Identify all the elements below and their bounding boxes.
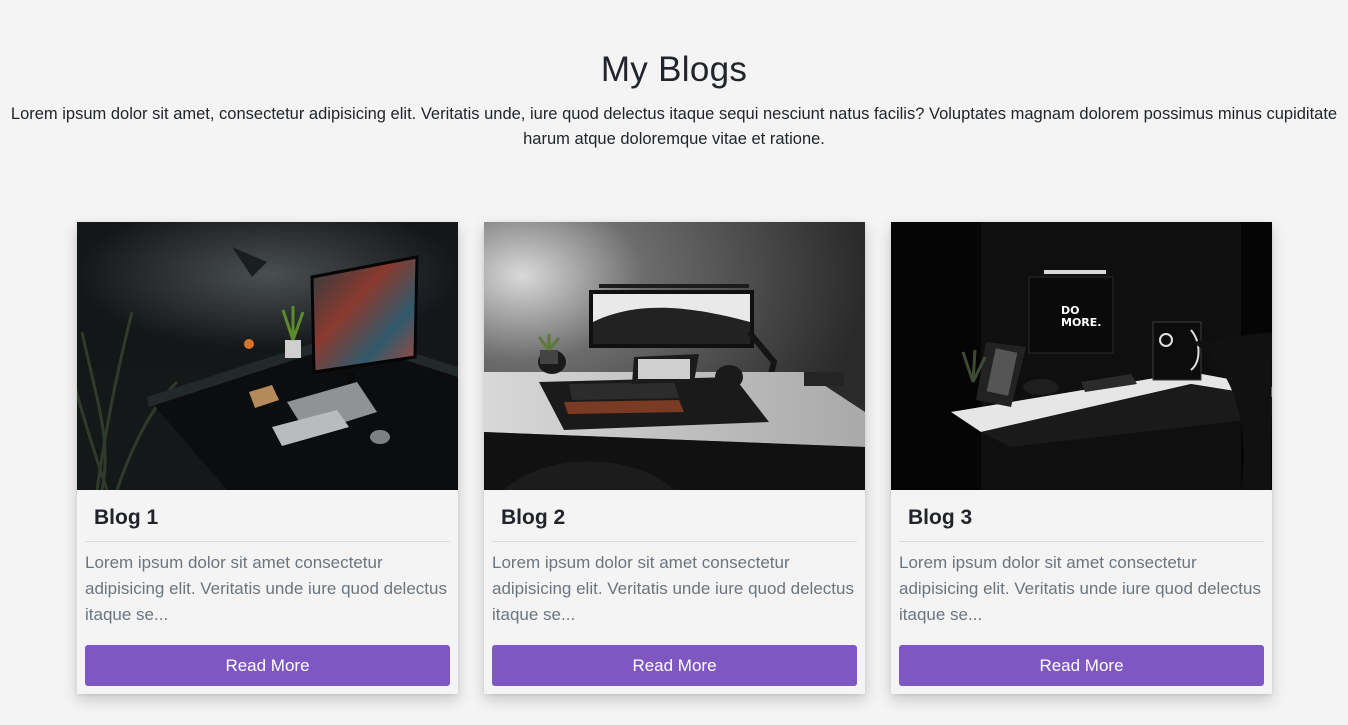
blog-excerpt: Lorem ipsum dolor sit amet consectetur a… [492, 553, 854, 624]
blog-card: Blog 2 Lorem ipsum dolor sit amet consec… [484, 222, 865, 694]
blog-excerpt: Lorem ipsum dolor sit amet consectetur a… [899, 553, 1261, 624]
read-more-button[interactable]: Read More [85, 645, 450, 686]
blog-1-image [77, 222, 458, 490]
page-title: My Blogs [600, 50, 748, 89]
page-subtitle: Lorem ipsum dolor sit amet, consectetur … [10, 105, 1338, 148]
monitor-text-2: MORE. [1061, 316, 1101, 329]
blog-card-list: Blog 1 Lorem ipsum dolor sit amet consec… [77, 222, 1272, 694]
read-more-button[interactable]: Read More [899, 645, 1264, 686]
blog-card: Blog 1 Lorem ipsum dolor sit amet consec… [77, 222, 458, 694]
blog-title: Blog 3 [908, 506, 973, 529]
blog-2-image [484, 222, 865, 490]
blog-card: DO MORE. Blog 3 Lorem ipsum dolor sit am… [891, 222, 1272, 694]
blog-3-image: DO MORE. [891, 222, 1272, 490]
blog-excerpt: Lorem ipsum dolor sit amet consectetur a… [85, 553, 447, 624]
blog-header: My Blogs Lorem ipsum dolor sit amet, con… [0, 0, 1348, 152]
blog-title: Blog 1 [94, 506, 159, 529]
read-more-button[interactable]: Read More [492, 645, 857, 686]
blog-title: Blog 2 [501, 506, 566, 529]
